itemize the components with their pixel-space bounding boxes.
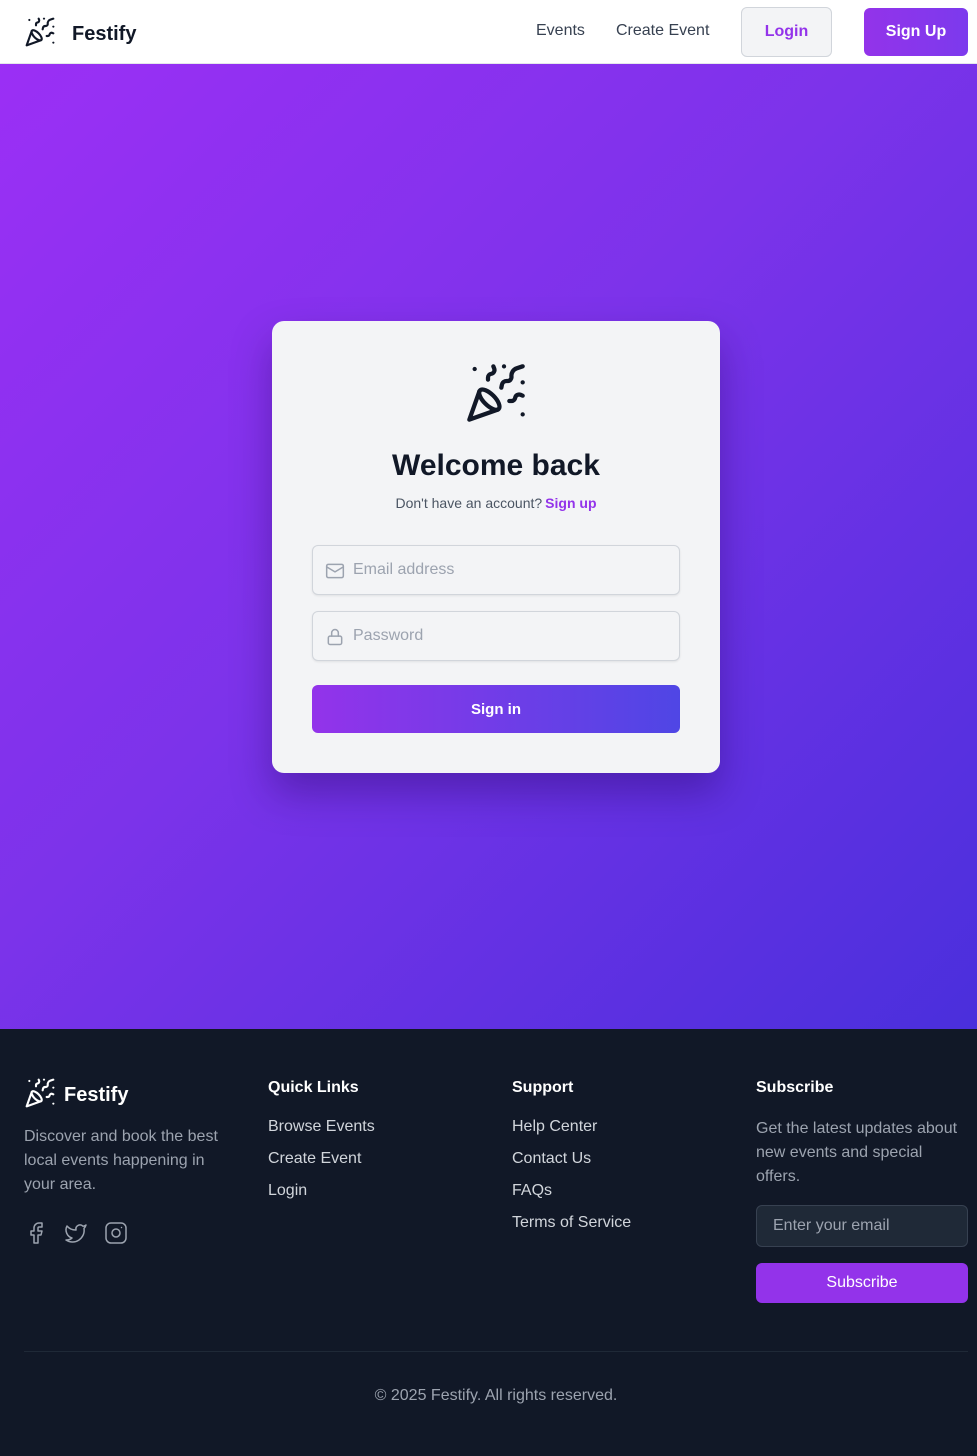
footer-link-browse-events[interactable]: Browse Events [268,1117,375,1149]
footer-link-contact-us[interactable]: Contact Us [512,1149,631,1181]
footer-brand-name: Festify [64,1084,129,1106]
support-column: Support Help Center Contact Us FAQs Term… [512,1079,631,1245]
facebook-icon[interactable] [24,1221,48,1245]
footer-link-faqs[interactable]: FAQs [512,1181,631,1213]
nav-events-link[interactable]: Events [536,22,585,40]
social-links [24,1221,144,1245]
footer-brand[interactable]: Festify [24,1077,128,1114]
subscribe-button[interactable]: Subscribe [756,1263,968,1303]
signup-link[interactable]: Sign up [545,495,596,511]
quick-links-heading: Quick Links [268,1079,359,1096]
brand-name: Festify [72,23,137,45]
top-navbar: Festify Events Create Event Login Sign U… [0,0,977,64]
twitter-icon[interactable] [64,1221,88,1245]
hero-section: Welcome back Don't have an account? Sign … [0,64,977,1029]
footer-description: Discover and book the best local events … [24,1128,218,1193]
brand-logo-link[interactable]: Festify [24,16,136,53]
sign-in-button[interactable]: Sign in [312,685,680,733]
copyright-text: © 2025 Festify. All rights reserved. [374,1387,618,1404]
login-button[interactable]: Login [741,7,832,57]
subscribe-heading: Subscribe [756,1079,834,1096]
password-input[interactable] [353,612,673,660]
email-field [312,545,680,595]
footer-link-help-center[interactable]: Help Center [512,1117,631,1149]
party-popper-icon [464,361,528,425]
no-account-text: Don't have an account? [395,495,543,511]
support-heading: Support [512,1079,574,1096]
subscribe-text: Get the latest updates about new events … [756,1120,958,1185]
signup-prompt: Don't have an account? Sign up [272,495,720,511]
footer-link-login[interactable]: Login [268,1181,375,1213]
footer-link-create-event[interactable]: Create Event [268,1149,375,1181]
footer-link-terms[interactable]: Terms of Service [512,1213,631,1245]
email-input[interactable] [353,546,673,594]
subscribe-column: Subscribe Get the latest updates about n… [756,1079,968,1189]
nav-create-event-link[interactable]: Create Event [616,22,709,40]
party-popper-icon [24,1077,56,1114]
party-popper-icon [24,16,56,53]
login-card: Welcome back Don't have an account? Sign … [272,321,720,773]
password-field [312,611,680,661]
page-title: Welcome back [392,449,600,482]
instagram-icon[interactable] [104,1221,128,1245]
quick-links-column: Quick Links Browse Events Create Event L… [268,1079,375,1213]
subscribe-email-field [756,1205,968,1247]
signup-button[interactable]: Sign Up [864,8,968,56]
footer-divider [24,1351,968,1352]
footer: Festify Discover and book the best local… [0,1029,977,1456]
subscribe-email-input[interactable] [757,1206,967,1246]
